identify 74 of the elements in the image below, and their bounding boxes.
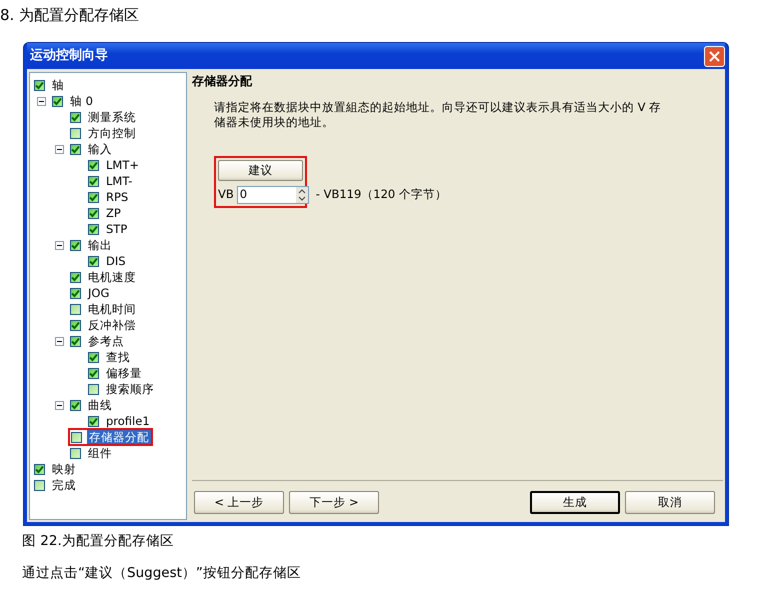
tree-item[interactable]: 曲线 — [86, 398, 114, 412]
tree-item[interactable]: 输入 — [86, 142, 114, 156]
checkbox[interactable] — [88, 160, 99, 170]
tree-item[interactable]: LMT+ — [104, 158, 141, 172]
tree-item[interactable]: 电机时间 — [86, 302, 138, 316]
tree-item[interactable]: 测量系统 — [86, 110, 138, 124]
checkbox[interactable] — [52, 96, 63, 106]
checkbox[interactable] — [88, 256, 99, 266]
tree-item[interactable]: 映射 — [50, 462, 78, 476]
address-range: - VB119（120 个字节） — [316, 186, 447, 204]
checkbox[interactable] — [88, 384, 99, 394]
address-prefix: VB — [218, 186, 234, 204]
checkbox[interactable] — [70, 272, 81, 282]
checkbox[interactable] — [88, 368, 99, 378]
checkbox[interactable] — [70, 112, 81, 122]
checkbox[interactable] — [70, 144, 81, 154]
tree-item[interactable]: 组件 — [86, 446, 114, 460]
collapse-icon[interactable] — [55, 144, 64, 154]
checkbox[interactable] — [88, 352, 99, 362]
tree-item[interactable]: 输出 — [86, 238, 114, 252]
checkbox[interactable] — [34, 80, 45, 90]
checkbox[interactable] — [71, 432, 82, 442]
panel-title: 存储器分配 — [192, 73, 253, 90]
checkbox[interactable] — [88, 208, 99, 218]
tree-item[interactable]: STP — [104, 222, 130, 236]
tree-item[interactable]: 轴 0 — [68, 94, 95, 108]
checkbox[interactable] — [70, 240, 81, 250]
tree-item[interactable]: 搜索顺序 — [104, 382, 156, 396]
tree-item[interactable]: RPS — [104, 190, 130, 204]
collapse-icon[interactable] — [55, 336, 64, 346]
checkbox[interactable] — [70, 128, 81, 138]
figure-caption: 图 22.为配置分配存储区 — [22, 532, 175, 550]
suggest-button[interactable]: 建议 — [218, 160, 303, 181]
body-paragraph: 通过点击“建议（Suggest）”按钮分配存储区 — [22, 564, 302, 582]
tree-item[interactable]: DIS — [104, 254, 128, 268]
checkbox[interactable] — [70, 304, 81, 314]
tree-item[interactable]: 存储器分配 — [87, 430, 151, 444]
checkbox[interactable] — [88, 176, 99, 186]
checkbox[interactable] — [70, 288, 81, 298]
page-heading: 8. 为配置分配存储区 — [0, 5, 140, 26]
checkbox[interactable] — [34, 464, 45, 474]
tree-item[interactable]: 偏移量 — [104, 366, 144, 380]
close-button[interactable] — [704, 46, 725, 66]
checkbox[interactable] — [70, 336, 81, 346]
checkbox[interactable] — [88, 416, 99, 426]
wizard-button[interactable]: < 上一步 — [194, 491, 284, 514]
tree-item[interactable]: ZP — [104, 206, 123, 220]
spinner-arrows-icon[interactable] — [296, 187, 308, 203]
collapse-icon[interactable] — [55, 240, 64, 250]
tree-item[interactable]: LMT- — [104, 174, 134, 188]
checkbox[interactable] — [88, 192, 99, 202]
checkbox[interactable] — [70, 400, 81, 410]
checkbox[interactable] — [34, 480, 45, 490]
tree-item[interactable]: 方向控制 — [86, 126, 138, 140]
close-icon — [709, 50, 720, 62]
tree-item[interactable]: profile1 — [104, 414, 152, 428]
tree-item[interactable]: 电机速度 — [86, 270, 138, 284]
checkbox[interactable] — [70, 320, 81, 330]
wizard-button[interactable]: 下一步 > — [289, 491, 379, 514]
tree-item[interactable]: 反冲补偿 — [86, 318, 138, 332]
address-spinbox[interactable]: 0 — [236, 186, 309, 204]
wizard-button[interactable]: 生成 — [530, 491, 620, 514]
collapse-icon[interactable] — [37, 96, 46, 106]
description-text: 请指定将在数据块中放置組态的起始地址。向导还可以建议表示具有适当大小的 V 存储器未使用块的地址。 — [214, 100, 662, 130]
wizard-button[interactable]: 取消 — [625, 491, 715, 514]
tree-item[interactable]: 查找 — [104, 350, 132, 364]
checkbox[interactable] — [88, 224, 99, 234]
tree-item[interactable]: 轴 — [50, 78, 66, 92]
tree-item[interactable]: JOG — [86, 286, 112, 300]
checkbox[interactable] — [70, 448, 81, 458]
tree-item[interactable]: 完成 — [50, 478, 78, 492]
collapse-icon[interactable] — [55, 400, 64, 410]
tree-item[interactable]: 参考点 — [86, 334, 126, 348]
window-title: 运动控制向导 — [30, 47, 108, 66]
